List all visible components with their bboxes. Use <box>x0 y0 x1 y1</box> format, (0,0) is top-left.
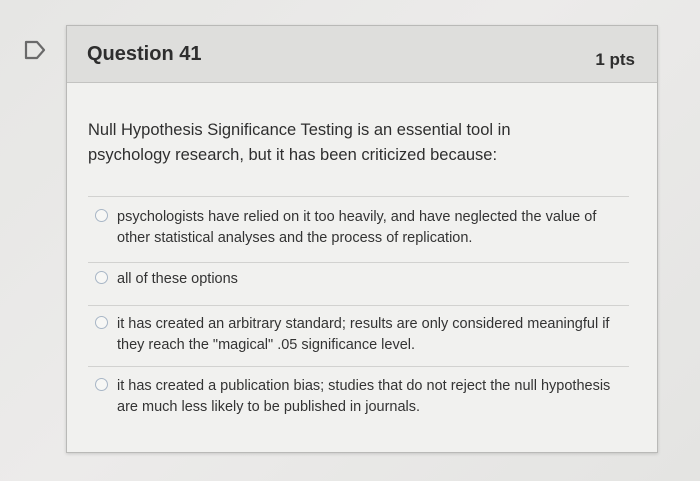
question-title: Question 41 <box>87 43 202 65</box>
divider <box>88 196 629 197</box>
radio-button[interactable] <box>95 378 108 391</box>
radio-button[interactable] <box>95 316 108 329</box>
divider <box>88 262 629 263</box>
question-points: 1 pts <box>595 50 635 69</box>
answer-label: psychologists have relied on it too heav… <box>117 209 597 246</box>
question-text: Null Hypothesis Significance Testing is … <box>88 121 511 164</box>
flag-icon[interactable] <box>24 40 46 60</box>
question-header: Question 41 1 pts <box>67 26 657 83</box>
divider <box>88 305 629 306</box>
answer-label: it has created an arbitrary standard; re… <box>117 316 610 353</box>
radio-button[interactable] <box>95 209 108 222</box>
divider <box>88 366 629 367</box>
radio-button[interactable] <box>95 271 108 284</box>
answer-label: all of these options <box>117 271 238 287</box>
question-card: Question 41 1 pts Null Hypothesis Signif… <box>66 25 658 453</box>
answer-label: it has created a publication bias; studi… <box>117 378 611 415</box>
